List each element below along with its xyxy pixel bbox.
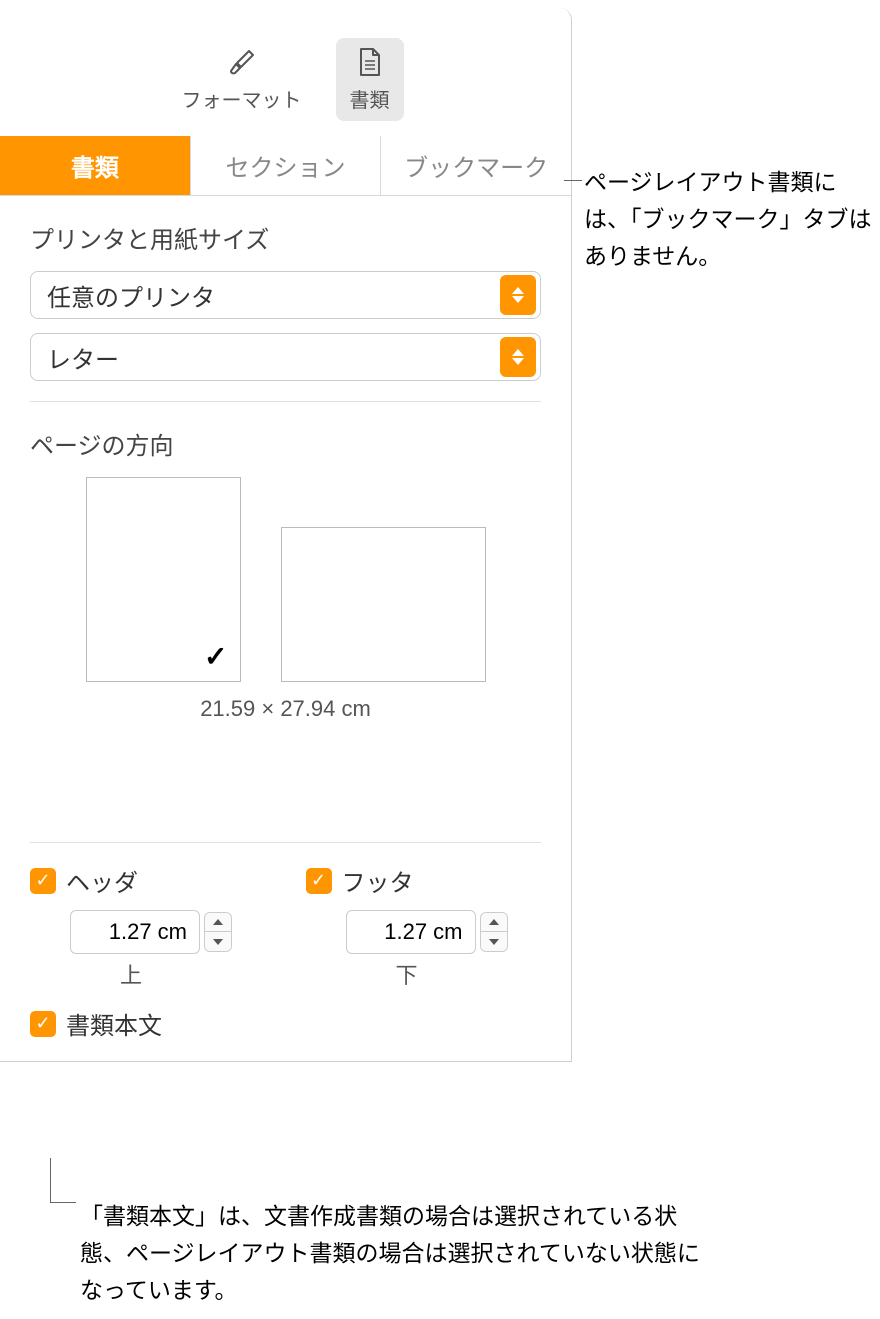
printer-paper-section: プリンタと用紙サイズ 任意のプリンタ レター	[0, 196, 571, 381]
stepper-down-icon[interactable]	[481, 932, 507, 951]
callout-body-note: 「書類本文」は、文書作成書類の場合は選択されている状態、ページレイアウト書類の場…	[80, 1198, 720, 1308]
document-body-checkbox[interactable]: ✓	[30, 1011, 56, 1037]
document-label: 書類	[350, 84, 390, 113]
footer-label: フッタ	[342, 863, 414, 898]
document-icon	[354, 46, 386, 78]
document-body-label: 書類本文	[66, 1006, 162, 1041]
divider	[30, 842, 541, 843]
orientation-landscape[interactable]	[281, 527, 486, 682]
header-label: ヘッダ	[66, 863, 138, 898]
footer-sublabel: 下	[396, 958, 542, 990]
header-checkbox[interactable]: ✓	[30, 868, 56, 894]
format-label: フォーマット	[182, 84, 302, 113]
format-toolbar-button[interactable]: フォーマット	[168, 38, 316, 121]
header-sublabel: 上	[120, 958, 266, 990]
footer-stepper[interactable]	[480, 912, 508, 952]
tab-bookmark[interactable]: ブックマーク	[381, 136, 571, 195]
orientation-portrait[interactable]: ✓	[86, 477, 241, 682]
stepper-up-icon[interactable]	[481, 913, 507, 932]
popup-arrows-icon	[500, 275, 536, 315]
page-dimensions: 21.59 × 27.94 cm	[30, 696, 541, 722]
footer-checkbox[interactable]: ✓	[306, 868, 332, 894]
stepper-down-icon[interactable]	[205, 932, 231, 951]
callout-leader-line	[50, 1202, 76, 1203]
printer-popup[interactable]: 任意のプリンタ	[30, 271, 541, 319]
inspector-toolbar: フォーマット 書類	[0, 8, 571, 136]
orientation-title: ページの方向	[30, 426, 541, 461]
document-inspector-panel: フォーマット 書類 書類 セクション ブックマーク プリンタと用紙サイズ 任意の…	[0, 8, 572, 1062]
inspector-tabs: 書類 セクション ブックマーク	[0, 136, 571, 196]
document-toolbar-button[interactable]: 書類	[336, 38, 404, 121]
callout-leader-line	[50, 1158, 51, 1202]
callout-bookmark-note: ページレイアウト書類には、「ブックマーク」タブはありません。	[584, 164, 874, 274]
tab-section[interactable]: セクション	[191, 136, 382, 195]
paintbrush-icon	[226, 46, 258, 78]
header-stepper[interactable]	[204, 912, 232, 952]
stepper-up-icon[interactable]	[205, 913, 231, 932]
orientation-section: ページの方向 ✓ 21.59 × 27.94 cm	[0, 402, 571, 722]
callout-leader-line	[564, 180, 582, 181]
header-footer-section: ✓ ヘッダ 1.27 cm 上 ✓ フッタ 1.27 cm	[0, 863, 571, 990]
footer-margin-input[interactable]: 1.27 cm	[346, 910, 476, 954]
popup-arrows-icon	[500, 337, 536, 377]
printer-paper-title: プリンタと用紙サイズ	[30, 220, 541, 255]
printer-value: 任意のプリンタ	[47, 278, 215, 313]
paper-value: レター	[47, 340, 119, 375]
paper-size-popup[interactable]: レター	[30, 333, 541, 381]
tab-document[interactable]: 書類	[0, 136, 191, 195]
header-margin-input[interactable]: 1.27 cm	[70, 910, 200, 954]
checkmark-icon: ✓	[204, 640, 227, 673]
